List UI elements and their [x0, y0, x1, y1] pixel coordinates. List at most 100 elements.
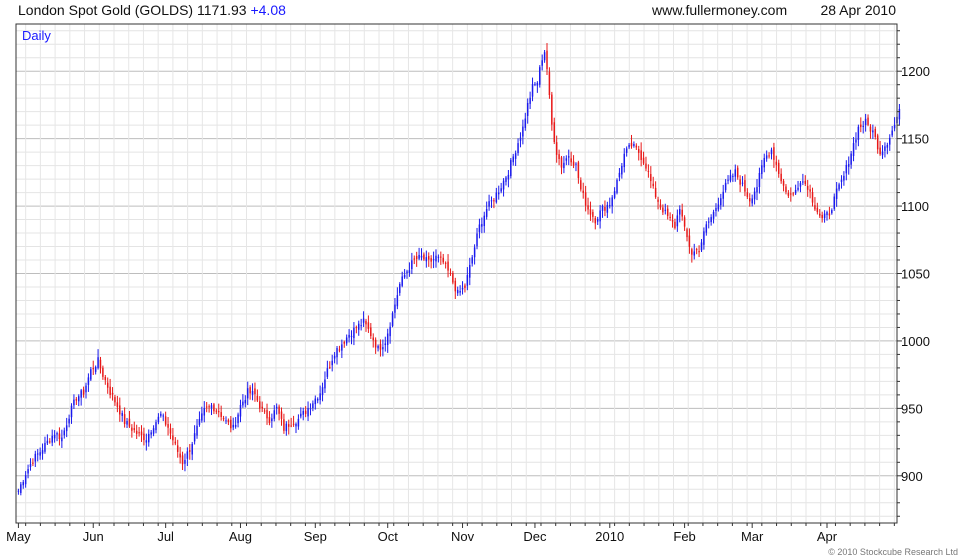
candle-body	[94, 366, 97, 372]
candle-body	[881, 151, 884, 156]
candle	[500, 182, 502, 194]
candle-body	[512, 156, 514, 163]
candle	[507, 169, 510, 188]
candle	[469, 257, 471, 286]
candle	[49, 438, 51, 444]
candle-body	[329, 367, 331, 369]
candle	[374, 337, 377, 354]
candle	[531, 77, 534, 102]
candle-body	[353, 327, 355, 339]
candle-body	[577, 162, 580, 179]
candle	[80, 388, 82, 406]
candle	[831, 208, 833, 215]
candle-body	[449, 272, 452, 274]
candle-body	[53, 434, 56, 439]
candle	[394, 298, 396, 319]
candle	[70, 403, 73, 424]
candle-body	[285, 423, 288, 432]
candle-body	[570, 158, 572, 163]
candle-body	[287, 424, 290, 427]
candle-body	[210, 405, 213, 409]
candle-body	[167, 424, 169, 428]
candle-body	[471, 257, 473, 264]
candle	[512, 153, 514, 166]
candle-body	[160, 413, 162, 416]
candle	[73, 394, 75, 409]
candle-body	[891, 130, 893, 136]
y-tick-label: 1150	[901, 132, 929, 147]
candle-body	[507, 174, 510, 180]
candle-body	[707, 221, 710, 223]
candle	[473, 244, 476, 265]
candle-body	[309, 408, 312, 410]
candle-body	[674, 221, 676, 229]
candle	[756, 179, 758, 201]
candle-body	[203, 408, 206, 416]
candle	[782, 178, 785, 192]
candle-body	[316, 398, 319, 401]
candle	[133, 421, 136, 433]
candle-body	[736, 167, 739, 178]
candle-body	[580, 180, 582, 190]
candle	[300, 407, 302, 419]
candle-body	[218, 411, 220, 413]
candle-body	[78, 396, 80, 402]
candle-body	[222, 418, 225, 420]
candle-body	[239, 404, 242, 417]
candle-body	[869, 126, 872, 132]
candle-body	[215, 410, 218, 412]
candle-body	[823, 213, 826, 219]
candle	[867, 114, 869, 127]
candle	[777, 159, 780, 178]
candle	[213, 402, 215, 415]
candle-body	[162, 415, 164, 417]
candle-body	[244, 399, 247, 404]
candle	[722, 184, 724, 207]
candle-body	[652, 183, 654, 187]
candle-body	[362, 318, 365, 323]
x-tick-label: Dec	[523, 529, 547, 544]
candle	[411, 252, 413, 275]
candle-body	[572, 161, 575, 166]
candle-body	[804, 180, 807, 184]
candle	[324, 371, 326, 393]
candle	[135, 424, 138, 440]
candle-body	[452, 273, 454, 283]
candle-body	[336, 348, 338, 358]
candle-body	[705, 224, 708, 233]
candle	[350, 330, 353, 345]
candle	[889, 134, 891, 151]
candle-body	[490, 200, 493, 202]
candle-body	[447, 261, 449, 271]
candle	[314, 395, 317, 410]
candle-body	[469, 264, 471, 278]
candle-body	[587, 205, 589, 210]
candle-body	[867, 117, 869, 125]
candle-body	[488, 201, 490, 207]
candle-body	[456, 289, 459, 294]
candle	[232, 417, 234, 431]
candle	[97, 349, 99, 370]
candle-body	[157, 416, 160, 423]
candle	[710, 214, 712, 226]
candle	[876, 133, 879, 154]
candle-body	[816, 207, 819, 213]
candle-body	[481, 224, 483, 227]
candle-body	[106, 382, 109, 388]
candle-body	[790, 193, 792, 195]
candle	[63, 427, 66, 439]
candle-body	[695, 249, 698, 251]
candle-body	[835, 188, 838, 199]
candle-body	[505, 177, 507, 182]
candle	[176, 439, 179, 458]
candle-body	[630, 142, 633, 147]
candle	[594, 216, 597, 230]
candle	[338, 345, 341, 353]
candle-body	[826, 212, 828, 216]
candle-body	[97, 357, 99, 369]
candle-body	[724, 182, 727, 191]
candle	[575, 162, 577, 172]
candle-body	[664, 209, 667, 211]
x-tick-label: May	[6, 529, 31, 544]
candle-body	[389, 326, 391, 337]
